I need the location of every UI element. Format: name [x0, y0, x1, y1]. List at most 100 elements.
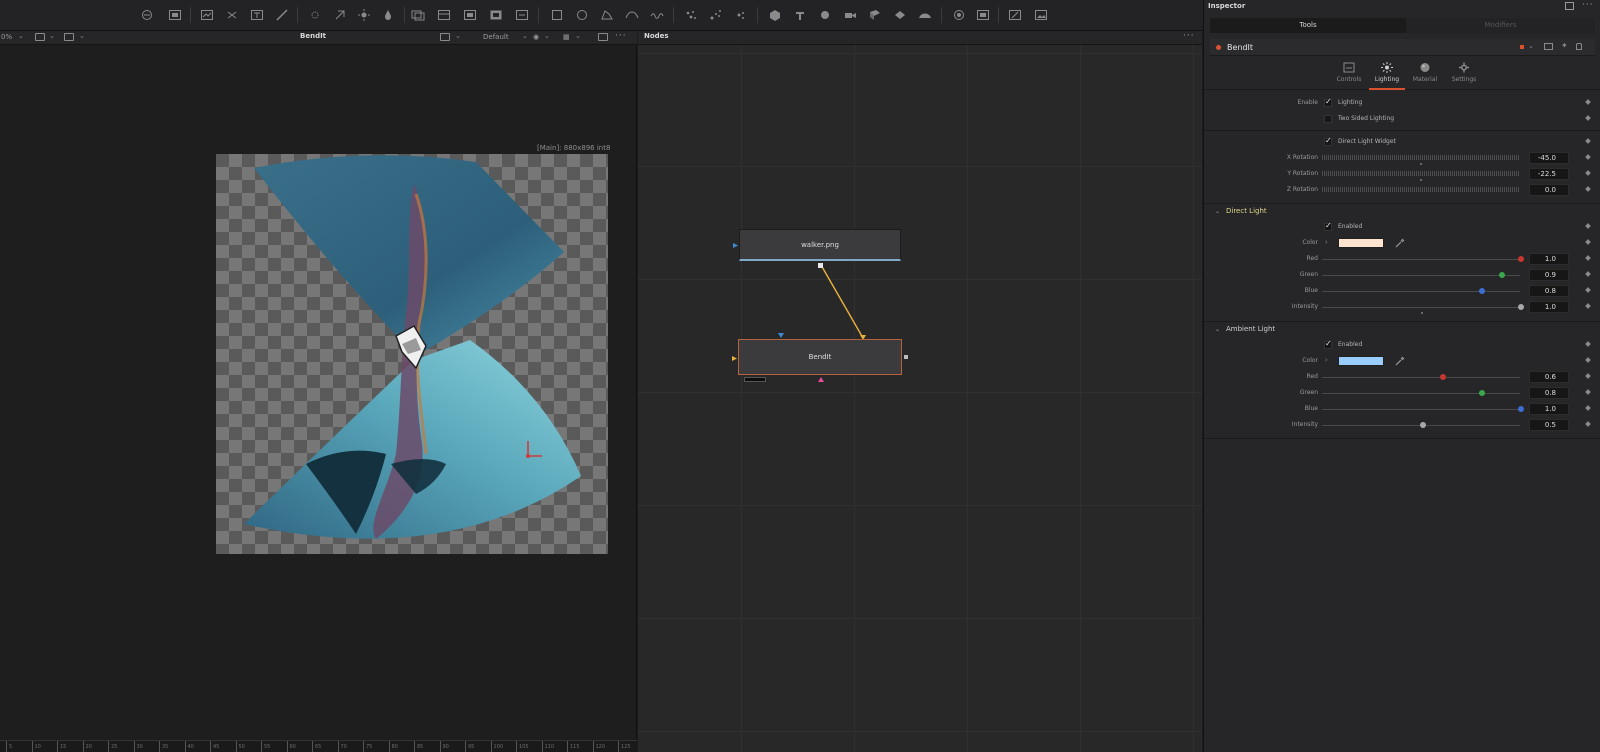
lut-select[interactable]: Default	[483, 32, 509, 43]
image-display-icon[interactable]	[1034, 9, 1048, 21]
loader-icon[interactable]	[437, 9, 451, 21]
polygon-mask-icon[interactable]	[600, 9, 614, 21]
keyframe-icon[interactable]	[1585, 303, 1591, 309]
direct-green-slider[interactable]	[1322, 275, 1520, 276]
drop-icon[interactable]	[381, 9, 395, 21]
text3d-icon[interactable]	[793, 9, 807, 21]
keyframe-icon[interactable]	[1585, 271, 1591, 277]
chevron-right-icon[interactable]: ›	[1325, 238, 1328, 246]
keyframe-icon[interactable]	[1585, 115, 1591, 121]
spot-light-icon[interactable]	[952, 9, 966, 21]
saver-icon[interactable]	[463, 9, 477, 21]
chevron-down-icon[interactable]: ⌄	[1215, 208, 1220, 215]
maximize-icon[interactable]	[1565, 2, 1574, 10]
background-icon[interactable]	[140, 9, 154, 21]
direct-blue-input[interactable]: 0.8	[1529, 285, 1569, 297]
subtab-lighting[interactable]: Lighting	[1368, 60, 1406, 90]
node-bendit[interactable]: BendIt	[738, 339, 902, 375]
widget-checkbox[interactable]	[1324, 136, 1332, 146]
stroke-icon[interactable]	[275, 9, 289, 21]
keyframe-icon[interactable]	[1585, 154, 1591, 160]
tab-tools[interactable]: Tools	[1210, 18, 1406, 33]
chevron-down-icon[interactable]: ⌄	[544, 32, 550, 40]
tab-modifiers[interactable]: Modifiers	[1406, 18, 1595, 33]
direct-blue-knob[interactable]	[1479, 288, 1485, 294]
ambient-blue-input[interactable]: 1.0	[1529, 403, 1569, 415]
split-view-icon[interactable]	[598, 33, 608, 41]
layout-icon[interactable]	[440, 33, 450, 41]
merge3d-icon[interactable]	[818, 9, 832, 21]
direct-red-slider[interactable]	[1322, 259, 1520, 260]
paint-stroke-icon[interactable]	[650, 9, 664, 21]
display-icon[interactable]	[489, 9, 503, 21]
chevron-down-icon[interactable]: ⌄	[1215, 326, 1220, 333]
text-icon[interactable]	[225, 9, 239, 21]
direct-intensity-knob[interactable]	[1518, 304, 1524, 310]
ambient-green-slider[interactable]	[1322, 393, 1520, 394]
node-walker[interactable]: walker.png	[739, 229, 901, 261]
ambient-color-swatch[interactable]	[1338, 356, 1384, 366]
brush-icon[interactable]	[250, 9, 264, 21]
keyframe-icon[interactable]	[1585, 239, 1591, 245]
subtab-material[interactable]: Material	[1406, 60, 1444, 90]
keyframe-icon[interactable]	[1585, 389, 1591, 395]
keyframe-icon[interactable]	[1585, 99, 1591, 105]
direct-red-input[interactable]: 1.0	[1529, 253, 1569, 265]
color-icon[interactable]	[357, 9, 371, 21]
particle-icon[interactable]	[684, 9, 698, 21]
viewer-menu-icon[interactable]: ···	[615, 31, 627, 41]
tool-header[interactable]: BendIt ⌄ ✦	[1210, 39, 1595, 56]
z-rotation-input[interactable]: 0.0	[1529, 184, 1569, 196]
keyframe-icon[interactable]	[1585, 255, 1591, 261]
inspector-menu-icon[interactable]: ···	[1582, 0, 1594, 10]
bendit-output-port[interactable]	[904, 355, 908, 359]
ambient-light-section[interactable]: ⌄ Ambient Light	[1204, 321, 1600, 337]
bendit-effect-mask-port[interactable]	[778, 332, 784, 338]
ambient-enabled-checkbox[interactable]	[1324, 339, 1332, 349]
keyframe-icon[interactable]	[1585, 405, 1591, 411]
keyframe-icon[interactable]	[1585, 341, 1591, 347]
node-editor[interactable]: Nodes ··· walker.png BendIt	[638, 31, 1202, 752]
particle-render-icon[interactable]	[734, 9, 748, 21]
particle-emitter-icon[interactable]	[709, 9, 723, 21]
chevron-down-icon[interactable]: ⌄	[575, 32, 581, 40]
transform-icon[interactable]	[308, 9, 322, 21]
version-icon[interactable]	[1544, 43, 1553, 50]
keyframe-icon[interactable]	[1585, 170, 1591, 176]
bspline-icon[interactable]	[625, 9, 639, 21]
chevron-down-icon[interactable]: ⌄	[49, 32, 55, 40]
x-rotation-input[interactable]: -45.0	[1529, 152, 1569, 164]
direct-intensity-input[interactable]: 1.0	[1529, 301, 1569, 313]
color-channel-icon[interactable]: ◉	[533, 32, 539, 43]
chevron-down-icon[interactable]: ⌄	[455, 32, 461, 40]
time-ruler[interactable]: 5 10 15 20 25 30 35 40 45 50 55 60 65 70 75 80 85 90 95 100…	[0, 740, 637, 752]
viewer-canvas[interactable]	[216, 154, 608, 554]
keyframe-icon[interactable]	[1585, 357, 1591, 363]
z-rotation-dial[interactable]	[1322, 187, 1520, 192]
chevron-right-icon[interactable]: ›	[1325, 356, 1328, 364]
zoom-level[interactable]: 0%	[1, 32, 12, 43]
grid-icon[interactable]: ▦	[563, 32, 570, 43]
direct-color-swatch[interactable]	[1338, 238, 1384, 248]
ambient-green-knob[interactable]	[1479, 390, 1485, 396]
subtab-controls[interactable]: Controls	[1330, 60, 1368, 90]
direct-enabled-checkbox[interactable]	[1324, 221, 1332, 231]
chevron-down-icon[interactable]: ⌄	[1528, 42, 1534, 50]
walker-input-port[interactable]	[733, 242, 738, 248]
eyedropper-icon[interactable]	[1395, 238, 1405, 248]
rect-mask-icon[interactable]	[550, 9, 564, 21]
keyframe-icon[interactable]	[1585, 421, 1591, 427]
viewer-icon[interactable]	[976, 9, 990, 21]
ellipse-mask-icon[interactable]	[575, 9, 589, 21]
image-icon[interactable]	[168, 9, 182, 21]
ambient-red-knob[interactable]	[1440, 374, 1446, 380]
edit-icon[interactable]	[1008, 9, 1022, 21]
chevron-down-icon[interactable]: ⌄	[18, 32, 24, 40]
keyframe-icon[interactable]	[1585, 287, 1591, 293]
bendit-mask-port[interactable]	[818, 376, 824, 382]
light-icon[interactable]	[918, 9, 932, 21]
walker-output-port[interactable]	[818, 263, 823, 268]
blur-icon[interactable]	[333, 9, 347, 21]
ambient-red-input[interactable]: 0.6	[1529, 371, 1569, 383]
shape3d-icon[interactable]	[768, 9, 782, 21]
